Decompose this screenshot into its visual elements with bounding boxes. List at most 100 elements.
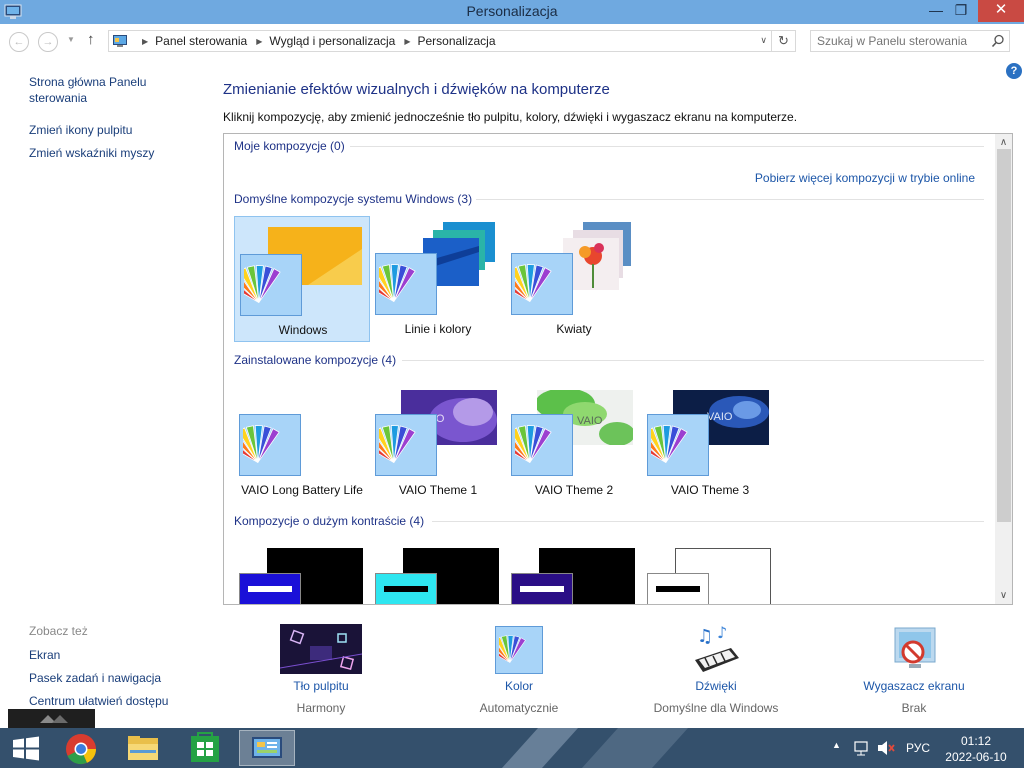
see-also-link-taskbar[interactable]: Pasek zadań i nawigacja bbox=[29, 670, 161, 686]
theme-tile-vaio-theme-3[interactable]: VAIO VAIO Theme 3 bbox=[642, 377, 778, 503]
breadcrumb-separator-icon[interactable]: ▶ bbox=[256, 37, 262, 46]
color-fan-icon bbox=[647, 414, 709, 476]
theme-label: VAIO Theme 1 bbox=[398, 483, 478, 497]
search-box[interactable] bbox=[810, 30, 1010, 52]
sounds-label[interactable]: Dźwięki bbox=[646, 679, 786, 693]
color-fan-icon bbox=[495, 626, 543, 674]
color-fan-icon bbox=[511, 253, 573, 315]
breadcrumb-control-panel[interactable]: Panel sterowania bbox=[155, 34, 247, 48]
see-also-link-display[interactable]: Ekran bbox=[29, 647, 60, 663]
address-dropdown-icon[interactable]: ∨ bbox=[760, 35, 767, 46]
control-panel-icon bbox=[252, 737, 282, 758]
network-icon[interactable] bbox=[852, 728, 870, 768]
theme-preview-bar bbox=[248, 586, 292, 592]
page-title: Zmienianie efektów wizualnych i dźwięków… bbox=[223, 81, 610, 98]
color-fan-icon bbox=[375, 253, 437, 315]
sounds-setting[interactable]: ♫ ♪ Dźwięki Domyślne dla Windows bbox=[646, 624, 786, 715]
taskbar-store[interactable] bbox=[178, 730, 232, 766]
forward-button[interactable]: → bbox=[38, 32, 58, 52]
start-icon bbox=[13, 736, 39, 761]
sidebar-link-mouse-pointers[interactable]: Zmień wskaźniki myszy bbox=[29, 145, 154, 161]
help-icon[interactable]: ? bbox=[1006, 63, 1022, 79]
sounds-icon: ♫ ♪ bbox=[695, 624, 739, 672]
theme-preview-small bbox=[239, 573, 301, 604]
group-heading-my-themes: Moje kompozycje (0) bbox=[234, 139, 345, 153]
vertical-scrollbar[interactable]: ∧ ∨ bbox=[995, 134, 1012, 604]
screensaver-value: Brak bbox=[901, 701, 927, 715]
up-button[interactable]: ↑ bbox=[87, 31, 95, 48]
theme-preview-small bbox=[511, 573, 573, 604]
theme-tile-vaio-theme-2[interactable]: VAIO VAIO Theme 2 bbox=[506, 377, 642, 503]
theme-label: VAIO Theme 3 bbox=[670, 483, 750, 497]
taskbar-chrome[interactable] bbox=[54, 730, 108, 766]
search-input[interactable] bbox=[817, 34, 987, 48]
theme-tile-lines-and-colors[interactable]: Linie i kolory bbox=[370, 216, 506, 342]
recent-locations-chevron-icon[interactable]: ▼ bbox=[67, 35, 75, 44]
scroll-down-icon[interactable]: ∨ bbox=[995, 587, 1012, 604]
see-also-link-ease-of-access[interactable]: Centrum ułatwień dostępu bbox=[29, 693, 168, 709]
music-note-glyph: ♫ bbox=[697, 626, 713, 647]
sidebar-link-desktop-icons[interactable]: Zmień ikony pulpitu bbox=[29, 122, 132, 138]
window-title: Personalizacja bbox=[466, 3, 558, 19]
start-button[interactable] bbox=[0, 730, 54, 766]
scrollbar-thumb[interactable] bbox=[997, 149, 1011, 522]
color-value: Automatycznie bbox=[479, 701, 559, 715]
control-panel-icon bbox=[113, 35, 127, 47]
color-label[interactable]: Kolor bbox=[459, 679, 579, 693]
refresh-button[interactable]: ↻ bbox=[772, 30, 796, 52]
back-button[interactable]: ← bbox=[9, 32, 29, 52]
theme-label: Linie i kolory bbox=[404, 322, 472, 336]
wallpaper-setting[interactable]: Tło pulpitu Harmony bbox=[261, 624, 381, 715]
screensaver-label[interactable]: Wygaszacz ekranu bbox=[854, 679, 974, 693]
close-button[interactable]: ✕ bbox=[978, 0, 1024, 22]
color-fan-icon bbox=[375, 414, 437, 476]
breadcrumb-separator-icon[interactable]: ▶ bbox=[142, 37, 148, 46]
taskbar-file-explorer[interactable] bbox=[116, 730, 170, 766]
clock-date: 2022-06-10 bbox=[945, 750, 1007, 764]
taskbar-wallpaper-streak bbox=[501, 728, 579, 768]
breadcrumb-personalization[interactable]: Personalizacja bbox=[417, 34, 495, 48]
input-language-indicator[interactable]: РУС bbox=[906, 741, 930, 757]
taskbar: ▲ РУС 01:12 2022-06-10 bbox=[0, 728, 1024, 768]
sounds-value: Domyślne dla Windows bbox=[653, 701, 779, 715]
theme-tile-vaio-theme-1[interactable]: VAIO VAIO Theme 1 bbox=[370, 377, 506, 503]
breadcrumb: ▶ Panel sterowania ▶ Wygląd i personalizacj… bbox=[133, 34, 496, 48]
theme-tile-high-contrast-3[interactable] bbox=[506, 548, 642, 604]
screensaver-icon bbox=[894, 627, 936, 668]
theme-label: Kwiaty bbox=[556, 322, 592, 336]
edge-swipe-widget bbox=[8, 709, 95, 729]
breadcrumb-appearance[interactable]: Wygląd i personalizacja bbox=[269, 34, 395, 48]
clock-time: 01:12 bbox=[960, 734, 992, 748]
group-divider bbox=[432, 521, 984, 522]
breadcrumb-separator-icon[interactable]: ▶ bbox=[404, 37, 410, 46]
themes-list[interactable]: Moje kompozycje (0) Pobierz więcej kompo… bbox=[223, 133, 1013, 605]
theme-tile-high-contrast-2[interactable] bbox=[370, 548, 506, 604]
search-icon[interactable] bbox=[991, 34, 1005, 48]
theme-tile-flowers[interactable]: Kwiaty bbox=[506, 216, 642, 342]
vaio-logo-text: VAIO bbox=[577, 415, 603, 427]
screensaver-setting[interactable]: Wygaszacz ekranu Brak bbox=[854, 624, 974, 715]
wallpaper-label[interactable]: Tło pulpitu bbox=[261, 679, 381, 693]
volume-muted-icon[interactable] bbox=[876, 728, 896, 768]
store-icon bbox=[191, 732, 219, 762]
network-glyph bbox=[854, 741, 868, 756]
sidebar-link-control-panel-home[interactable]: Strona główna Panelu sterowania bbox=[29, 74, 179, 106]
theme-tile-vaio-long-battery-life[interactable]: VAIO Long Battery Life bbox=[234, 377, 370, 503]
taskbar-clock[interactable]: 01:12 2022-06-10 bbox=[938, 733, 1014, 765]
title-bar: Personalizacja — ❐ ✕ bbox=[0, 0, 1024, 24]
wallpaper-thumbnail-icon bbox=[280, 624, 362, 674]
get-more-themes-online-link[interactable]: Pobierz więcej kompozycji w trybie onlin… bbox=[755, 171, 975, 185]
theme-tile-high-contrast-1[interactable] bbox=[234, 548, 370, 604]
address-bar[interactable]: ▶ Panel sterowania ▶ Wygląd i personalizacj… bbox=[108, 30, 772, 52]
color-setting[interactable]: Kolor Automatycznie bbox=[459, 624, 579, 715]
restore-button[interactable]: ❐ bbox=[946, 0, 976, 22]
color-fan-glyph bbox=[244, 265, 281, 303]
taskbar-control-panel[interactable] bbox=[239, 730, 295, 766]
group-divider bbox=[476, 199, 984, 200]
theme-tile-windows[interactable]: Windows bbox=[234, 216, 370, 342]
color-fan-glyph bbox=[243, 425, 280, 463]
theme-tile-high-contrast-white[interactable] bbox=[642, 548, 778, 604]
theme-label: Windows bbox=[278, 323, 328, 337]
color-fan-icon bbox=[240, 254, 302, 316]
wallpaper-value: Harmony bbox=[296, 701, 346, 715]
